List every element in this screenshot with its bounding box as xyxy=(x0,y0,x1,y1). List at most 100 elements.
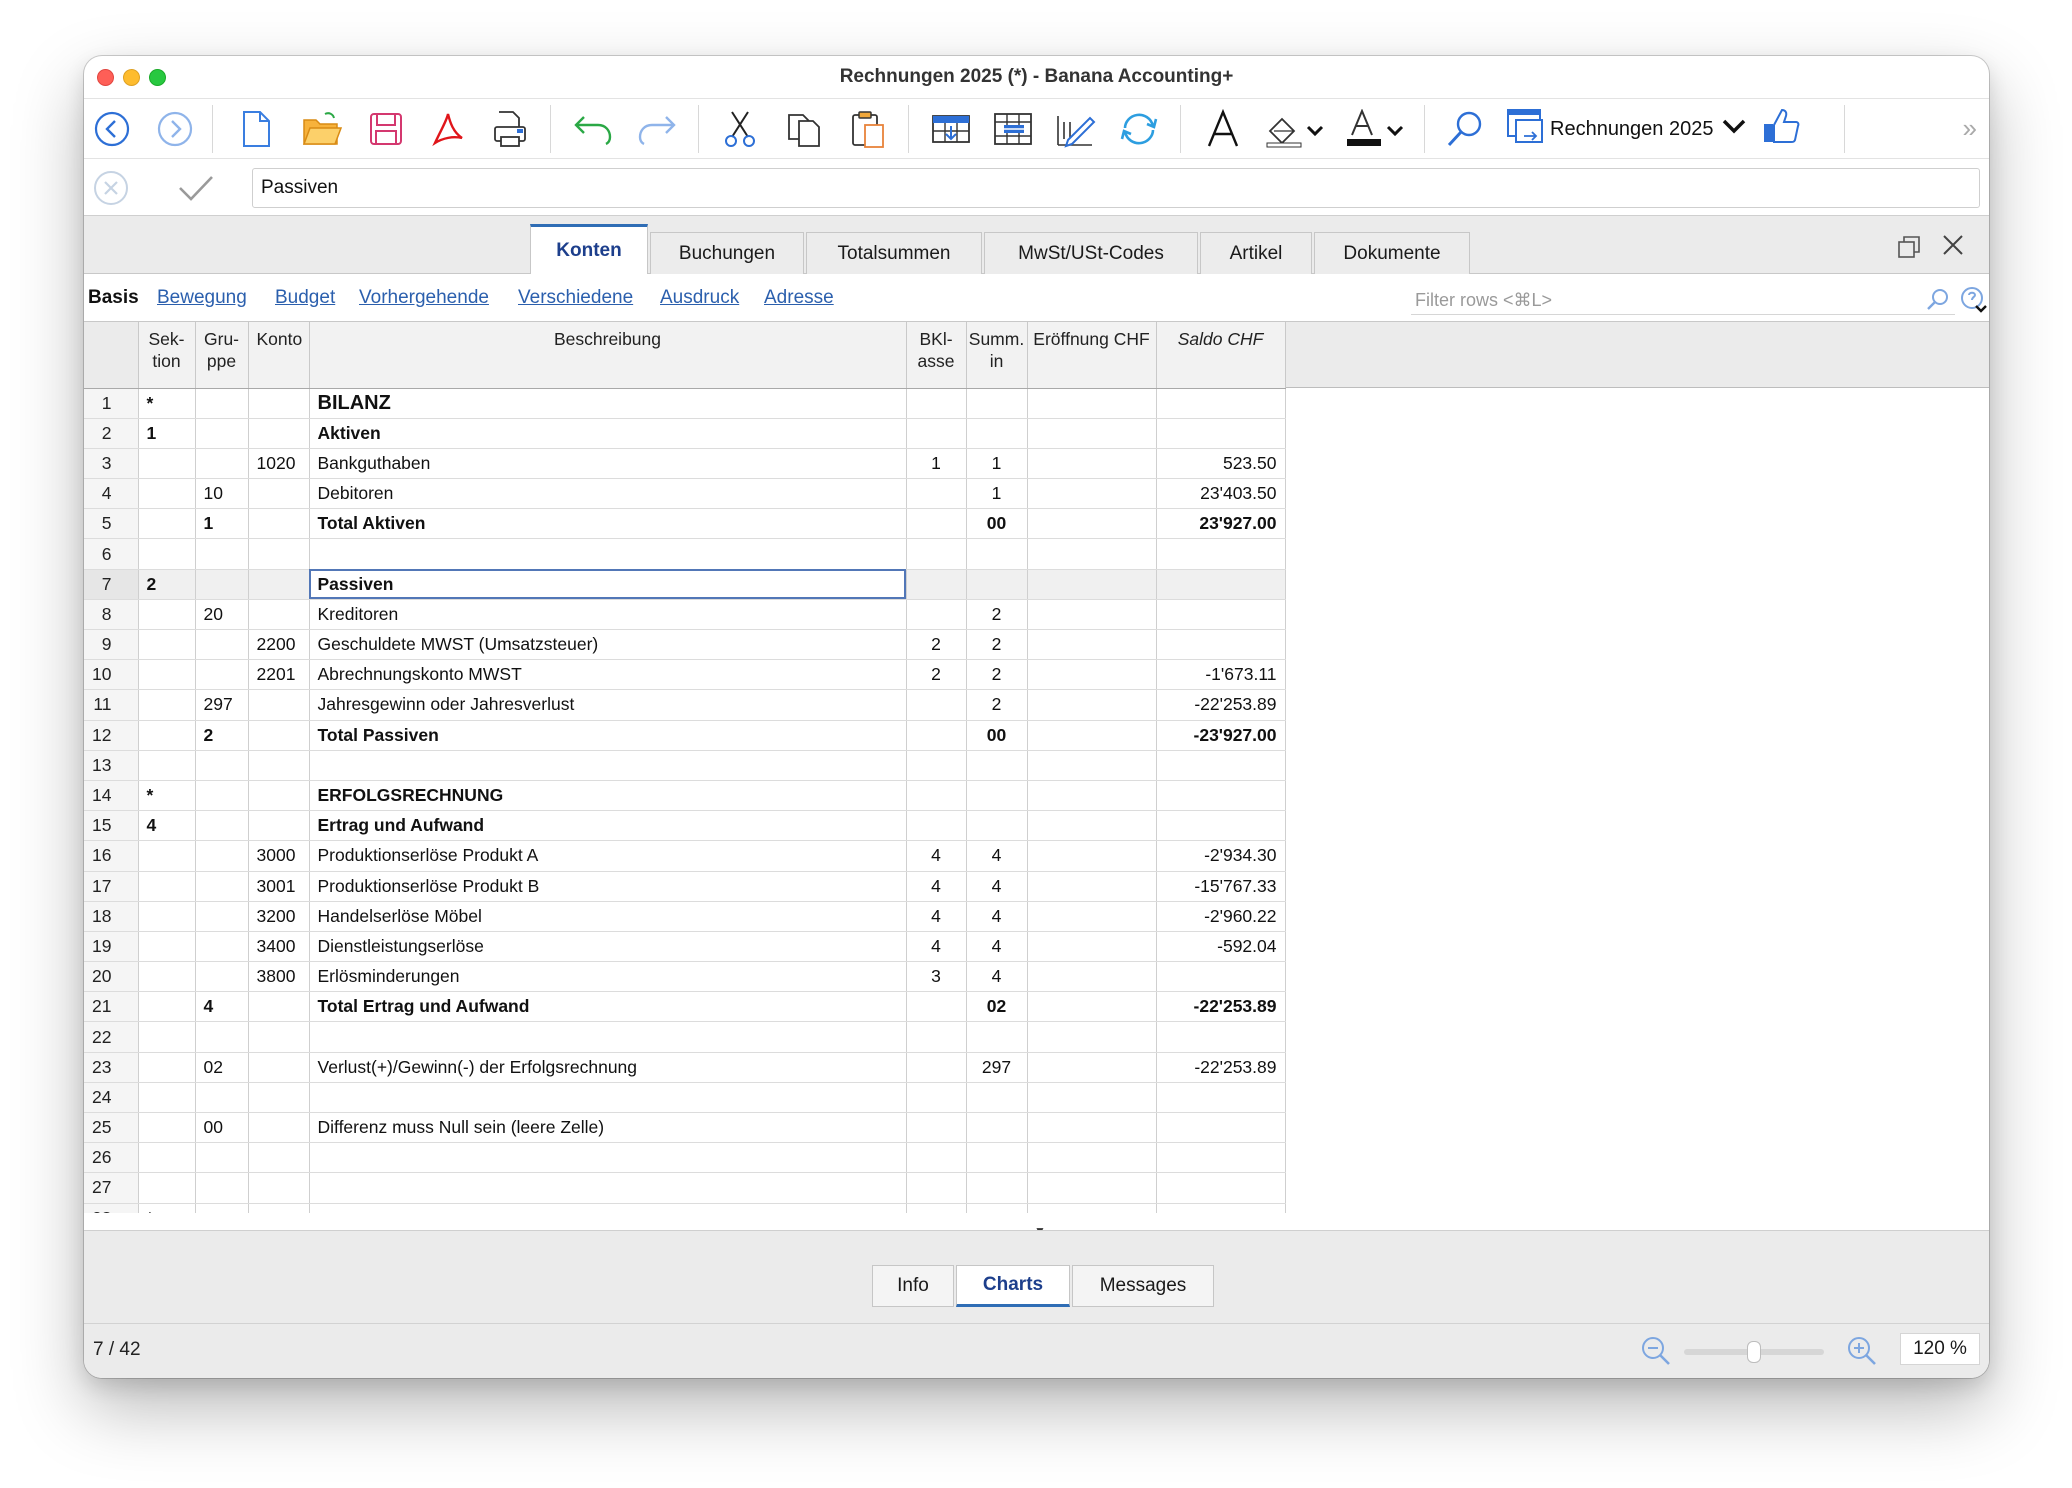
view-verschiedene[interactable]: Verschiedene xyxy=(518,287,633,309)
cell-summ[interactable]: 4 xyxy=(966,961,1028,993)
cell-sektion[interactable] xyxy=(138,478,196,510)
cell-gruppe[interactable]: 297 xyxy=(195,689,249,721)
cell-saldo[interactable] xyxy=(1156,599,1286,631)
cell-bkl[interactable]: 4 xyxy=(906,931,967,963)
table-row[interactable]: 19 3400 Dienstleistungserlöse 4 4 -592.04 xyxy=(84,931,1286,963)
cell-saldo[interactable] xyxy=(1156,1112,1286,1144)
cell-saldo[interactable] xyxy=(1156,1082,1286,1114)
zoom-slider[interactable] xyxy=(1684,1341,1824,1363)
row-number[interactable]: 19 xyxy=(84,931,139,963)
cell-summ[interactable]: 4 xyxy=(966,871,1028,902)
cell-beschreibung[interactable] xyxy=(309,1203,907,1213)
cell-bkl[interactable] xyxy=(906,1052,967,1083)
forward-icon[interactable] xyxy=(153,107,197,151)
cell-saldo[interactable]: -22'253.89 xyxy=(1156,689,1286,721)
cell-bkl[interactable] xyxy=(906,1142,967,1174)
cell-summ[interactable]: 2 xyxy=(966,689,1028,721)
table-row[interactable]: 4 10 Debitoren 1 23'403.50 xyxy=(84,478,1286,510)
row-number[interactable]: 17 xyxy=(84,871,139,902)
cell-eroeffnung[interactable] xyxy=(1027,538,1157,570)
cell-gruppe[interactable] xyxy=(195,418,249,449)
file-selector[interactable]: Rechnungen 2025 xyxy=(1504,107,1801,151)
cell-eroeffnung[interactable] xyxy=(1027,1052,1157,1083)
cell-beschreibung[interactable]: Debitoren xyxy=(309,478,907,510)
view-budget[interactable]: Budget xyxy=(275,287,335,309)
cell-eroeffnung[interactable] xyxy=(1027,991,1157,1023)
new-file-icon[interactable] xyxy=(234,107,278,151)
confirm-edit-icon[interactable] xyxy=(176,171,216,205)
cell-konto[interactable] xyxy=(248,599,310,631)
cell-eroeffnung[interactable] xyxy=(1027,871,1157,902)
cell-saldo[interactable] xyxy=(1156,961,1286,993)
table-row[interactable]: 21 4 Total Ertrag und Aufwand 02 -22'253.89 xyxy=(84,991,1286,1023)
cell-sektion[interactable] xyxy=(138,508,196,540)
cell-summ[interactable]: 297 xyxy=(966,1052,1028,1083)
cell-summ[interactable]: 4 xyxy=(966,840,1028,872)
row-number[interactable]: 25 xyxy=(84,1112,139,1144)
cell-beschreibung[interactable]: Passiven xyxy=(309,569,907,600)
cell-sektion[interactable] xyxy=(138,991,196,1023)
cell-gruppe[interactable] xyxy=(195,1142,249,1174)
cell-konto[interactable] xyxy=(248,1172,310,1204)
table-row[interactable]: 1 * BILANZ xyxy=(84,388,1286,419)
cell-saldo[interactable] xyxy=(1156,750,1286,781)
cell-beschreibung[interactable]: Abrechnungskonto MWST xyxy=(309,659,907,691)
cell-konto[interactable]: 3000 xyxy=(248,840,310,872)
tab-konten[interactable]: Konten xyxy=(530,224,648,275)
cell-summ[interactable] xyxy=(966,418,1028,449)
cell-saldo[interactable]: -22'253.89 xyxy=(1156,991,1286,1023)
cell-beschreibung[interactable]: Dienstleistungserlöse xyxy=(309,931,907,963)
row-number[interactable]: 10 xyxy=(84,659,139,691)
cell-summ[interactable] xyxy=(966,569,1028,600)
table-row[interactable]: 16 3000 Produktionserlöse Produkt A 4 4 -2'93… xyxy=(84,840,1286,872)
cell-summ[interactable]: 1 xyxy=(966,448,1028,480)
cell-bkl[interactable] xyxy=(906,1112,967,1144)
table-row[interactable]: 8 20 Kreditoren 2 xyxy=(84,599,1286,631)
row-number[interactable]: 12 xyxy=(84,720,139,751)
cell-bkl[interactable] xyxy=(906,1172,967,1204)
table-row[interactable]: 10 2201 Abrechnungskonto MWST 2 2 -1'673.11 xyxy=(84,659,1286,691)
row-number[interactable]: 13 xyxy=(84,750,139,781)
tab-dokumente[interactable]: Dokumente xyxy=(1314,232,1470,274)
cell-sektion[interactable] xyxy=(138,448,196,480)
cell-eroeffnung[interactable] xyxy=(1027,780,1157,812)
cell-sektion[interactable] xyxy=(138,901,196,932)
cell-eroeffnung[interactable] xyxy=(1027,689,1157,721)
cell-bkl[interactable]: 4 xyxy=(906,901,967,932)
cancel-edit-icon[interactable] xyxy=(94,171,128,205)
cell-sektion[interactable] xyxy=(138,1142,196,1174)
cell-eroeffnung[interactable] xyxy=(1027,508,1157,540)
cell-konto[interactable] xyxy=(248,720,310,751)
cell-sektion[interactable] xyxy=(138,840,196,872)
cell-beschreibung[interactable]: Aktiven xyxy=(309,418,907,449)
table-row[interactable]: 15 4 Ertrag und Aufwand xyxy=(84,810,1286,842)
cell-gruppe[interactable] xyxy=(195,629,249,661)
cell-saldo[interactable]: -23'927.00 xyxy=(1156,720,1286,751)
view-vorhergehende[interactable]: Vorhergehende xyxy=(359,287,489,309)
cell-bkl[interactable]: 2 xyxy=(906,629,967,661)
cell-beschreibung[interactable] xyxy=(309,1021,907,1053)
cell-gruppe[interactable] xyxy=(195,780,249,812)
cell-summ[interactable]: 2 xyxy=(966,659,1028,691)
cell-konto[interactable]: 3200 xyxy=(248,901,310,932)
cell-saldo[interactable] xyxy=(1156,1203,1286,1213)
cell-saldo[interactable]: -1'673.11 xyxy=(1156,659,1286,691)
cell-konto[interactable] xyxy=(248,1142,310,1174)
print-icon[interactable] xyxy=(488,107,532,151)
row-number[interactable]: 8 xyxy=(84,599,139,631)
cell-summ[interactable] xyxy=(966,1142,1028,1174)
cell-beschreibung[interactable]: Produktionserlöse Produkt A xyxy=(309,840,907,872)
cell-konto[interactable] xyxy=(248,569,310,600)
cell-saldo[interactable]: 23'403.50 xyxy=(1156,478,1286,510)
zoom-slider-knob[interactable] xyxy=(1747,1341,1761,1363)
view-adresse[interactable]: Adresse xyxy=(764,287,834,309)
cell-eroeffnung[interactable] xyxy=(1027,1021,1157,1053)
cell-gruppe[interactable] xyxy=(195,810,249,842)
row-number[interactable]: 15 xyxy=(84,810,139,842)
cell-beschreibung[interactable]: Bankguthaben xyxy=(309,448,907,480)
copy-icon[interactable] xyxy=(782,107,826,151)
cell-gruppe[interactable] xyxy=(195,961,249,993)
cell-konto[interactable] xyxy=(248,1203,310,1213)
cell-eroeffnung[interactable] xyxy=(1027,961,1157,993)
cell-beschreibung[interactable]: Geschuldete MWST (Umsatzsteuer) xyxy=(309,629,907,661)
